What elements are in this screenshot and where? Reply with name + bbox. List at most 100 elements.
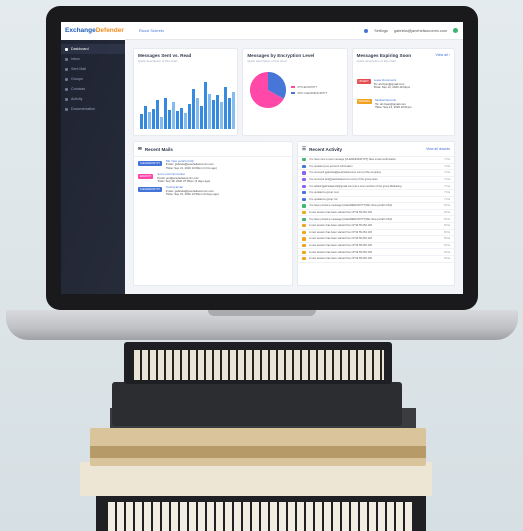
activity-type-icon: [301, 164, 306, 168]
account-name[interactable]: Ruoxi Schrein: [139, 28, 164, 33]
sidebar-item-dashboard[interactable]: Dashboard: [61, 44, 125, 54]
main-content: Messages Sent vs. Read Quick description…: [125, 40, 463, 294]
activity-text: You have printed a message [CLEAR/ENCRYP…: [308, 217, 393, 221]
mail-time: Sep 21, 2020 10:09pm (1 hrs ago): [174, 165, 217, 170]
activity-time: 7 hrs: [444, 158, 450, 162]
bar-mark: [176, 111, 179, 129]
activity-row: You removed [ani@janeheliaxcomm.com] of …: [297, 177, 454, 184]
sidebar-item-label: Activity: [71, 97, 83, 101]
activity-time: 8 hrs: [444, 250, 450, 254]
mail-item[interactable]: CLEAR/ENCRYPT Testing Email From: gabrie…: [134, 183, 292, 196]
activity-row: You updated a group: test 7 hrs: [297, 190, 454, 197]
sidebar-item-label: Dashboard: [71, 47, 89, 51]
logo-part2: Defender: [95, 27, 124, 34]
sidebar-item-activity[interactable]: Activity: [61, 94, 125, 104]
activity-type-icon: [301, 204, 306, 208]
bar-mark: [204, 82, 207, 129]
activity-time: 8 hrs: [444, 224, 450, 228]
activity-row: You removed [gabriela@janeheliaxcomm.com…: [297, 170, 454, 177]
activity-type-icon: [301, 224, 306, 228]
view-all-link[interactable]: View all ›: [435, 53, 450, 57]
activity-list: You have sent a new message [CLEAR/ENCRY…: [297, 157, 454, 263]
bar-mark: [152, 109, 155, 129]
bar-mark: [200, 106, 203, 129]
legend-item: 33% CLEAR/ENCRYPT: [291, 91, 327, 95]
bar-mark: [208, 93, 211, 129]
sidebar-item-inbox[interactable]: Inbox: [61, 54, 125, 64]
bar-mark: [192, 89, 195, 129]
sidebar-item-contacts[interactable]: Contacts: [61, 84, 125, 94]
sidebar-item-sent-mail[interactable]: Sent Mail: [61, 64, 125, 74]
activity-text: You have printed a message [CLEAR/ENCRYP…: [308, 204, 393, 208]
activity-time: 7 hrs: [444, 171, 450, 175]
contacts-icon: [65, 87, 68, 91]
time-label: Time:: [166, 165, 174, 170]
sidebar-item-documentation[interactable]: Documentation: [61, 104, 125, 114]
activity-row: A new session has been started from IP 9…: [297, 249, 454, 256]
activity-type-icon: [301, 237, 306, 241]
sidebar-item-label: Inbox: [71, 57, 80, 61]
activity-row: You have printed a message [CLEAR/ENCRYP…: [297, 203, 454, 210]
sidebar-item-label: Documentation: [71, 107, 96, 111]
urgent-badge: URGENT: [356, 79, 371, 84]
activity-row: You updated your account information 7 hr…: [297, 164, 454, 171]
activity-time: 8 hrs: [444, 204, 450, 208]
mail-time: Sep 18, 2020 07:05pm (3 days ago): [165, 179, 211, 184]
bar-mark: [212, 99, 215, 129]
bar-chart: [140, 77, 236, 129]
top-bar: Exchange Defender ‹ Ruoxi Schrein Settin…: [61, 22, 463, 40]
activity-type-icon: [301, 230, 306, 234]
view-all-records-link[interactable]: View all records: [426, 147, 450, 151]
expiring-item[interactable]: URGENT Lease Documents To: ali.ziyan@gma…: [356, 78, 410, 90]
activity-time: 7 hrs: [444, 178, 450, 182]
user-email[interactable]: gabriela@janeheliaxcomm.com: [394, 29, 447, 33]
card-expiring-soon: Messages Expiring Soon Quick description…: [351, 48, 455, 136]
recent-activity-title: Recent Activity: [309, 146, 343, 152]
activity-text: You removed [ani@janeheliaxcomm.com] of …: [308, 178, 378, 182]
activity-row: You have printed a message [CLEAR/ENCRYP…: [297, 216, 454, 223]
user-avatar[interactable]: [453, 28, 458, 33]
mail-item[interactable]: ENCRYPT Some pwd information From: jen@j…: [134, 170, 292, 183]
activity-row: A new session has been started from IP 9…: [297, 223, 454, 230]
card-sent-vs-read: Messages Sent vs. Read Quick description…: [133, 48, 239, 136]
activity-text: You removed [gabriela@janeheliaxcomm.com…: [308, 171, 381, 175]
mail-icon: ✉: [138, 146, 142, 151]
book-dark: [112, 382, 402, 426]
bar-mark: [184, 113, 187, 129]
card-subtitle: Quick description of this chart: [356, 59, 396, 63]
settings-icon[interactable]: [364, 28, 369, 33]
card-title: Messages Sent vs. Read: [138, 53, 192, 58]
encryption-badge: ENCRYPT: [138, 174, 154, 180]
legend-swatch: [291, 86, 296, 88]
activity-text: A new session has been started from IP 9…: [308, 257, 372, 261]
bar-mark: [224, 87, 227, 129]
activity-time: 8 hrs: [444, 230, 450, 234]
app-logo[interactable]: Exchange Defender ‹: [61, 22, 125, 40]
book-top-pages: [134, 350, 384, 380]
activity-type-icon: [301, 243, 306, 248]
logo-part1: Exchange: [65, 27, 96, 34]
bar-mark: [140, 114, 143, 129]
mail-item[interactable]: CLEAR/ENCRYPT RE: New portal's FAQ! From…: [134, 157, 292, 170]
activity-text: A new session has been started from IP 9…: [308, 211, 372, 215]
legend-swatch: [291, 92, 296, 94]
expiring-item[interactable]: WARNING Medical Records To: ali.ziyan@gm…: [356, 98, 412, 110]
recent-activity-header: ☰ Recent Activity View all records: [297, 142, 454, 157]
recent-mails-title: Recent Mails: [144, 146, 173, 152]
sidebar-item-groups[interactable]: Groups: [61, 74, 125, 84]
document-icon: [65, 107, 68, 111]
activity-icon: ☰: [301, 146, 307, 151]
activity-icon: [65, 97, 68, 101]
card-encryption-level: Messages by Encryption Level Quick descr…: [242, 48, 348, 136]
activity-text: You updated a group: test: [308, 191, 339, 195]
mail-time: Sep 15, 2020 10:50pm (6 days ago): [174, 192, 219, 197]
activity-row: A new session has been started from IP 9…: [297, 256, 454, 263]
activity-text: You updated your account information: [308, 164, 353, 168]
activity-time: 8 hrs: [444, 257, 450, 261]
activity-text: You have sent a new message [CLEAR/ENCRY…: [308, 158, 396, 162]
activity-time: 8 hrs: [444, 211, 450, 215]
sidebar-item-label: Contacts: [71, 87, 86, 91]
bar-mark: [232, 91, 235, 129]
settings-link[interactable]: Settings: [374, 29, 388, 33]
bar-mark: [196, 97, 199, 129]
